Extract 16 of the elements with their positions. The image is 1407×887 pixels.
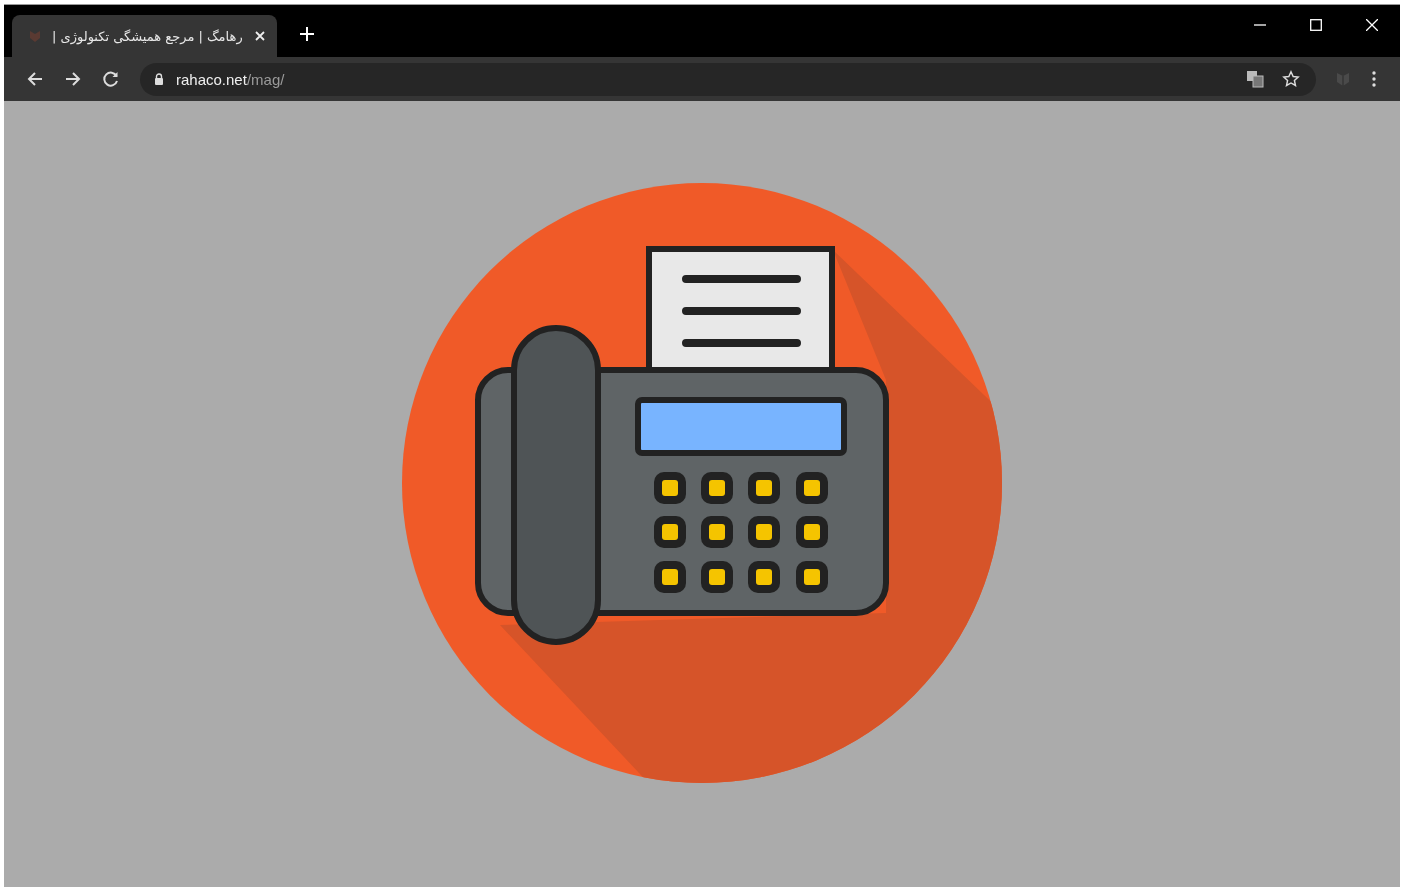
back-arrow-icon[interactable]	[26, 70, 44, 88]
menu-icon[interactable]	[1372, 71, 1376, 87]
tab-close-icon[interactable]	[255, 31, 265, 41]
plus-icon[interactable]	[299, 26, 315, 42]
tab-title: رهامگ | مرجع همیشگی تکنولوژی |	[52, 28, 244, 44]
maximize-icon[interactable]	[1310, 19, 1322, 31]
url-text: rahaco.net/mag/	[176, 70, 285, 88]
browser-tab[interactable]: رهامگ | مرجع همیشگی تکنولوژی |	[12, 15, 277, 57]
star-icon[interactable]	[1282, 70, 1300, 88]
close-icon[interactable]	[1366, 19, 1378, 31]
forward-arrow-icon[interactable]	[64, 70, 82, 88]
translate-icon[interactable]	[1246, 70, 1264, 88]
address-bar[interactable]: rahaco.net/mag/	[140, 62, 1316, 96]
lock-icon	[154, 73, 164, 85]
site-icon	[28, 29, 42, 43]
reload-icon[interactable]	[102, 70, 120, 88]
